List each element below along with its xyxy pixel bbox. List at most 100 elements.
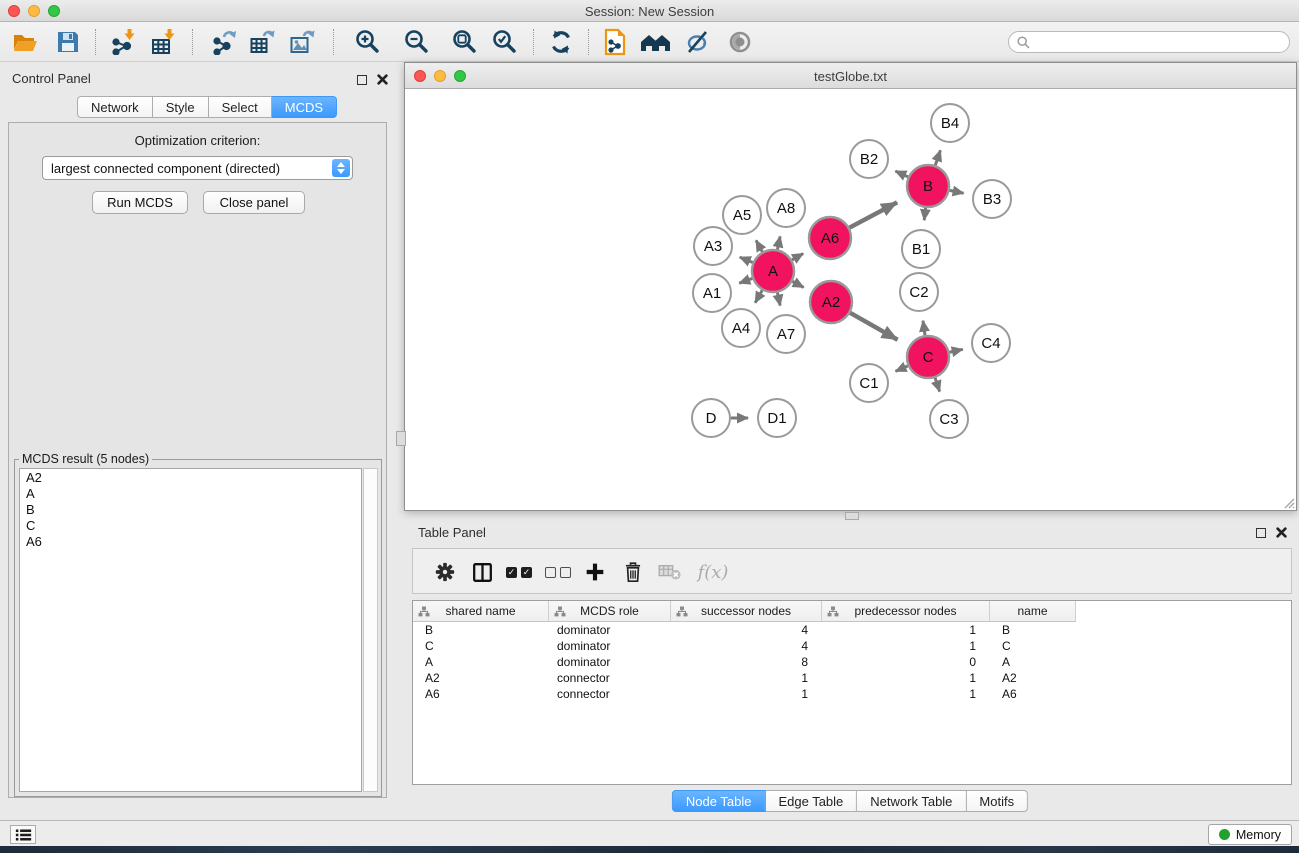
graph-edge-C-C1[interactable] bbox=[896, 366, 908, 371]
graph-edge-A-A3[interactable] bbox=[740, 257, 753, 262]
graph-edge-A-A8[interactable] bbox=[777, 236, 780, 249]
graph-edge-C-C4[interactable] bbox=[949, 349, 962, 352]
tab-motifs[interactable]: Motifs bbox=[966, 790, 1028, 812]
graph-edge-A-A1[interactable] bbox=[739, 278, 752, 283]
horizontal-splitter-handle[interactable] bbox=[845, 512, 859, 520]
graph-edge-A-A7[interactable] bbox=[777, 293, 780, 306]
tab-node-table[interactable]: Node Table bbox=[672, 790, 766, 812]
result-item-A6[interactable]: A6 bbox=[20, 533, 361, 549]
open-session-icon[interactable] bbox=[10, 28, 40, 56]
graph-node-C1[interactable]: C1 bbox=[850, 364, 888, 402]
delete-table-icon[interactable] bbox=[656, 559, 684, 585]
criterion-dropdown[interactable]: largest connected component (directed) bbox=[42, 156, 353, 180]
graph-edge-A-A6[interactable] bbox=[792, 254, 803, 260]
float-panel-icon[interactable] bbox=[1256, 528, 1266, 538]
graph-edge-B-B4[interactable] bbox=[935, 150, 940, 165]
graph-node-A5[interactable]: A5 bbox=[723, 196, 761, 234]
toggle-graphics-details-icon[interactable] bbox=[683, 28, 713, 56]
tab-mcds[interactable]: MCDS bbox=[272, 96, 337, 118]
graph-edge-A2-C[interactable] bbox=[850, 313, 897, 340]
close-panel-icon[interactable] bbox=[377, 74, 388, 85]
table-row-B[interactable]: Bdominator41B bbox=[413, 622, 1291, 638]
graph-edge-B-B1[interactable] bbox=[924, 208, 925, 220]
graph-node-A1[interactable]: A1 bbox=[693, 274, 731, 312]
column-header-name[interactable]: name bbox=[990, 601, 1076, 622]
table-row-A6[interactable]: A6connector11A6 bbox=[413, 686, 1291, 702]
level-of-detail-eye-icon[interactable] bbox=[725, 28, 755, 56]
function-builder-icon[interactable]: f(x) bbox=[693, 559, 733, 585]
graph-node-C[interactable]: C bbox=[907, 336, 949, 378]
select-all-icon[interactable]: ✓ ✓ bbox=[505, 559, 533, 585]
export-network-icon[interactable] bbox=[209, 28, 239, 56]
graph-node-A[interactable]: A bbox=[752, 250, 794, 292]
graph-edge-A-A5[interactable] bbox=[756, 240, 762, 251]
vertical-splitter-handle[interactable] bbox=[396, 431, 406, 446]
graph-edge-A-A4[interactable] bbox=[755, 290, 762, 303]
save-session-icon[interactable] bbox=[53, 28, 83, 56]
result-item-A2[interactable]: A2 bbox=[20, 469, 361, 485]
import-network-icon[interactable] bbox=[108, 28, 138, 56]
zoom-in-icon[interactable] bbox=[353, 28, 383, 56]
graph-node-B4[interactable]: B4 bbox=[931, 104, 969, 142]
column-header-successor-nodes[interactable]: successor nodes bbox=[671, 601, 822, 622]
network-window-titlebar[interactable]: testGlobe.txt bbox=[405, 63, 1296, 89]
close-panel-icon[interactable] bbox=[1276, 527, 1287, 538]
graph-edge-C-C2[interactable] bbox=[923, 321, 925, 335]
tab-select[interactable]: Select bbox=[209, 96, 272, 118]
graph-node-A7[interactable]: A7 bbox=[767, 315, 805, 353]
result-item-A[interactable]: A bbox=[20, 485, 361, 501]
column-header-MCDS-role[interactable]: MCDS role bbox=[549, 601, 671, 622]
show-panel-list-button[interactable] bbox=[10, 825, 36, 844]
refresh-layout-icon[interactable] bbox=[546, 28, 576, 56]
export-image-icon[interactable] bbox=[287, 28, 317, 56]
export-table-icon[interactable] bbox=[247, 28, 277, 56]
import-table-icon[interactable] bbox=[148, 28, 178, 56]
memory-button[interactable]: Memory bbox=[1208, 824, 1292, 845]
graph-node-A2[interactable]: A2 bbox=[810, 281, 852, 323]
graph-node-B3[interactable]: B3 bbox=[973, 180, 1011, 218]
network-canvas[interactable]: B4 B2 B3 A5A8 A3 B1 A1 C2 A4A7 C4 C1 C3 D D1 B A6 A A2 C bbox=[405, 89, 1296, 510]
column-header-predecessor-nodes[interactable]: predecessor nodes bbox=[822, 601, 990, 622]
graph-edge-A6-B[interactable] bbox=[849, 202, 897, 227]
graph-edge-C-C3[interactable] bbox=[935, 378, 940, 392]
graph-edge-B-B2[interactable] bbox=[895, 171, 908, 177]
window-resize-grip[interactable] bbox=[1281, 495, 1295, 509]
app-titlebar[interactable]: Session: New Session bbox=[0, 0, 1299, 22]
tab-network-table[interactable]: Network Table bbox=[857, 790, 966, 812]
zoom-fit-icon[interactable] bbox=[450, 28, 480, 56]
graph-node-B[interactable]: B bbox=[907, 165, 949, 207]
table-row-C[interactable]: Cdominator41C bbox=[413, 638, 1291, 654]
zoom-selected-icon[interactable] bbox=[490, 28, 520, 56]
new-network-from-selection-icon[interactable] bbox=[600, 28, 630, 56]
graph-node-A6[interactable]: A6 bbox=[809, 217, 851, 259]
close-panel-button[interactable]: Close panel bbox=[203, 191, 305, 214]
result-list-scrollbar[interactable] bbox=[363, 468, 378, 792]
search-field[interactable] bbox=[1008, 31, 1290, 53]
search-input[interactable] bbox=[1035, 35, 1281, 49]
add-column-icon[interactable] bbox=[581, 559, 609, 585]
tab-edge-table[interactable]: Edge Table bbox=[765, 790, 857, 812]
tab-network[interactable]: Network bbox=[77, 96, 153, 118]
graph-node-D[interactable]: D bbox=[692, 399, 730, 437]
graph-node-D1[interactable]: D1 bbox=[758, 399, 796, 437]
table-row-A[interactable]: Adominator80A bbox=[413, 654, 1291, 670]
graph-node-B1[interactable]: B1 bbox=[902, 230, 940, 268]
graph-node-C4[interactable]: C4 bbox=[972, 324, 1010, 362]
delete-columns-icon[interactable] bbox=[619, 559, 647, 585]
graph-node-A8[interactable]: A8 bbox=[767, 189, 805, 227]
graph-node-B2[interactable]: B2 bbox=[850, 140, 888, 178]
deselect-all-icon[interactable] bbox=[544, 559, 572, 585]
cybrowser-home-icon[interactable] bbox=[640, 28, 670, 56]
table-row-A2[interactable]: A2connector11A2 bbox=[413, 670, 1291, 686]
settings-gear-icon[interactable] bbox=[431, 559, 459, 585]
graph-node-A3[interactable]: A3 bbox=[694, 227, 732, 265]
graph-node-C3[interactable]: C3 bbox=[930, 400, 968, 438]
zoom-out-icon[interactable] bbox=[402, 28, 432, 56]
graph-edge-A-A2[interactable] bbox=[792, 281, 803, 287]
tab-style[interactable]: Style bbox=[153, 96, 209, 118]
graph-node-C2[interactable]: C2 bbox=[900, 273, 938, 311]
run-mcds-button[interactable]: Run MCDS bbox=[92, 191, 188, 214]
graph-node-A4[interactable]: A4 bbox=[722, 309, 760, 347]
column-header-shared-name[interactable]: shared name bbox=[413, 601, 549, 622]
result-item-B[interactable]: B bbox=[20, 501, 361, 517]
